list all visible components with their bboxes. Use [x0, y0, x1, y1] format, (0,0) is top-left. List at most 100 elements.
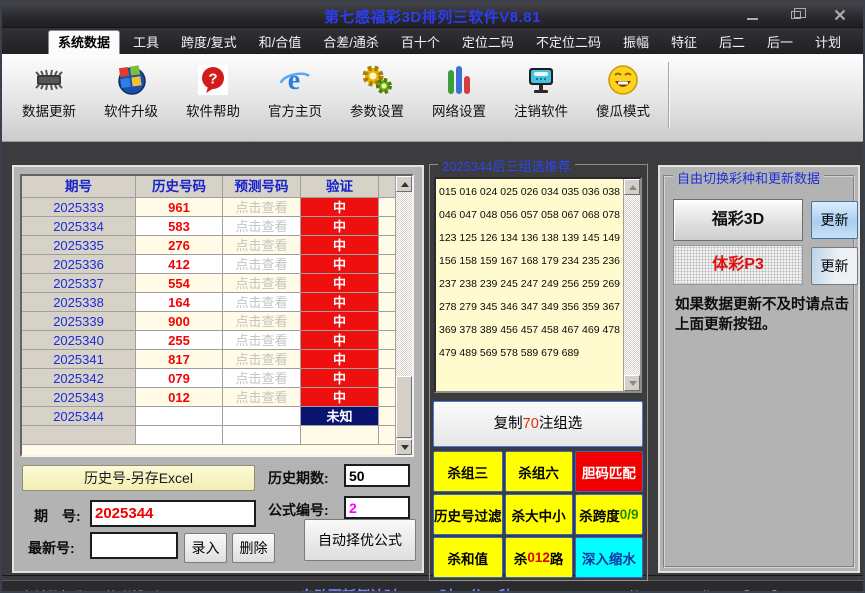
close-button[interactable] — [829, 6, 851, 24]
filler-cell — [379, 236, 395, 255]
arrow-up-icon — [629, 185, 637, 190]
tab-last-two[interactable]: 后二 — [710, 32, 754, 54]
history-filter-button[interactable]: 历史号过滤 — [433, 494, 503, 535]
filter-button-grid: 杀组三 杀组六 胆码匹配 历史号过滤 杀大中小 杀跨度 0/9 杀和值 杀 012 路… — [433, 451, 643, 578]
period-cell — [22, 426, 136, 445]
predict-cell[interactable]: 点击查看 — [223, 350, 301, 369]
table-header-row: 期号 历史号码 预测号码 验证 — [22, 176, 395, 198]
scroll-thumb[interactable] — [396, 376, 412, 438]
easy-mode-button[interactable]: 傻瓜模式 — [582, 59, 664, 125]
toolbar-separator — [668, 62, 670, 128]
help-button[interactable]: ? 软件帮助 — [172, 59, 254, 125]
predict-cell[interactable]: 点击查看 — [223, 369, 301, 388]
predict-cell[interactable]: 点击查看 — [223, 312, 301, 331]
predict-cell[interactable]: 点击查看 — [223, 293, 301, 312]
switch-panel: 自由切换彩种和更新数据 福彩3D 更新 体彩P3 更新 如果数据更新不及时请点击… — [658, 165, 860, 573]
formula-no-label: 公式编号: — [268, 502, 329, 518]
switch-title: 自由切换彩种和更新数据 — [673, 168, 825, 187]
logout-button[interactable]: 注销软件 — [500, 59, 582, 125]
verify-cell: 中 — [301, 293, 379, 312]
kill-012-button[interactable]: 杀 012 路 — [504, 537, 573, 578]
copy-count: 70 — [522, 416, 539, 432]
copy-groups-button[interactable]: 复制70注组选 — [433, 401, 643, 447]
predict-cell[interactable]: 点击查看 — [223, 407, 301, 426]
verify-cell — [301, 426, 379, 445]
history-cell: 900 — [136, 312, 223, 331]
dan-match-button[interactable]: 胆码匹配 — [574, 451, 643, 492]
switch-frame: 自由切换彩种和更新数据 福彩3D 更新 体彩P3 更新 如果数据更新不及时请点击… — [663, 168, 858, 568]
toolbar-label: 软件帮助 — [186, 104, 240, 119]
scroll-up-button[interactable] — [624, 179, 640, 195]
predict-cell[interactable]: 点击查看 — [223, 198, 301, 217]
ticaip3-button[interactable]: 体彩P3 — [673, 245, 803, 285]
period-cell: 2025334 — [22, 217, 136, 236]
predict-cell[interactable]: 点击查看 — [223, 388, 301, 407]
recommend-numbers[interactable]: 015 016 024 025 026 034 035 036 038 046 … — [439, 181, 620, 389]
auto-formula-button[interactable]: 自动择优公式 — [304, 519, 416, 561]
restore-button[interactable] — [785, 6, 807, 24]
tab-last-one[interactable]: 后一 — [758, 32, 802, 54]
filler-cell — [379, 274, 395, 293]
current-data-status: 当前数据为：[体彩排列三] — [20, 586, 176, 591]
numbers-scrollbar[interactable] — [623, 179, 640, 391]
kill-sum-button[interactable]: 杀和值 — [433, 537, 503, 578]
scroll-up-button[interactable] — [396, 176, 412, 192]
button-label: 路 — [549, 551, 564, 567]
deep-shrink-button[interactable]: 深入缩水 — [574, 537, 643, 578]
tab-plan[interactable]: 计划 — [806, 32, 850, 54]
kill-span-button[interactable]: 杀跨度 0/9 — [574, 494, 643, 535]
homepage-button[interactable]: e 官方主页 — [254, 59, 336, 125]
kill-group3-button[interactable]: 杀组三 — [433, 451, 503, 492]
predict-cell[interactable]: 点击查看 — [223, 217, 301, 236]
upgrade-button[interactable]: 软件升级 — [90, 59, 172, 125]
table-row-pending: 2025344 待开 点击查看 未知 — [22, 407, 395, 426]
scroll-down-button[interactable] — [396, 439, 412, 455]
update-fucai-button[interactable]: 更新 — [811, 201, 858, 239]
tab-span-duplex[interactable]: 跨度/复式 — [172, 32, 246, 54]
fucai3d-button[interactable]: 福彩3D — [673, 199, 803, 241]
title-bar: 第七感福彩3D排列三软件V8.81 — [2, 2, 863, 28]
logout-icon — [523, 62, 559, 98]
predict-cell[interactable]: 点击查看 — [223, 274, 301, 293]
data-update-button[interactable]: 数据更新 — [8, 59, 90, 125]
tab-plan2[interactable]: 计划2 — [854, 32, 863, 54]
gears-icon — [359, 62, 395, 98]
period-input[interactable] — [90, 500, 256, 527]
history-cell: 276 — [136, 236, 223, 255]
tab-nonposition-2code[interactable]: 不定位二码 — [527, 32, 610, 54]
period-cell: 2025338 — [22, 293, 136, 312]
tab-position-2code[interactable]: 定位二码 — [453, 32, 523, 54]
predict-cell[interactable]: 点击查看 — [223, 331, 301, 350]
minimize-button[interactable] — [741, 6, 763, 24]
countdown-label: 自动更新倒计时： — [300, 588, 412, 591]
kill-size-button[interactable]: 杀大中小 — [504, 494, 573, 535]
formula-no-input[interactable] — [344, 496, 410, 519]
kill-group6-button[interactable]: 杀组六 — [504, 451, 573, 492]
tab-tools[interactable]: 工具 — [124, 32, 168, 54]
filler-cell — [379, 426, 395, 445]
scroll-down-button[interactable] — [624, 375, 640, 391]
predict-cell[interactable]: 点击查看 — [223, 236, 301, 255]
history-periods-input[interactable] — [344, 464, 410, 487]
tab-system-data[interactable]: 系统数据 — [48, 30, 121, 54]
countdown-status: 自动更新倒计时： 14时35分19秒 — [300, 586, 513, 591]
header-predict: 预测号码 — [223, 176, 301, 198]
latest-number-input[interactable] — [90, 532, 178, 559]
table-row: 2025339 900 点击查看中 — [22, 312, 395, 331]
tab-diff-kill[interactable]: 合差/通杀 — [314, 32, 388, 54]
export-excel-button[interactable]: 历史号-另存Excel — [22, 465, 255, 491]
settings-button[interactable]: 参数设置 — [336, 59, 418, 125]
delete-button[interactable]: 删除 — [232, 533, 275, 563]
predict-cell[interactable]: 点击查看 — [223, 255, 301, 274]
network-button[interactable]: 网络设置 — [418, 59, 500, 125]
enter-button[interactable]: 录入 — [184, 533, 227, 563]
tab-sum-value[interactable]: 和/合值 — [250, 32, 311, 54]
table-scrollbar[interactable] — [395, 176, 412, 455]
tab-amplitude[interactable]: 振幅 — [614, 32, 658, 54]
verify-cell: 中 — [301, 255, 379, 274]
update-ticai-button[interactable]: 更新 — [811, 247, 858, 285]
tab-hundred-ten[interactable]: 百十个 — [392, 32, 449, 54]
tab-feature[interactable]: 特征 — [662, 32, 706, 54]
period-cell: 2025339 — [22, 312, 136, 331]
latest-draw-status: TCP3第 2025343 期开：【012】 — [594, 586, 785, 591]
